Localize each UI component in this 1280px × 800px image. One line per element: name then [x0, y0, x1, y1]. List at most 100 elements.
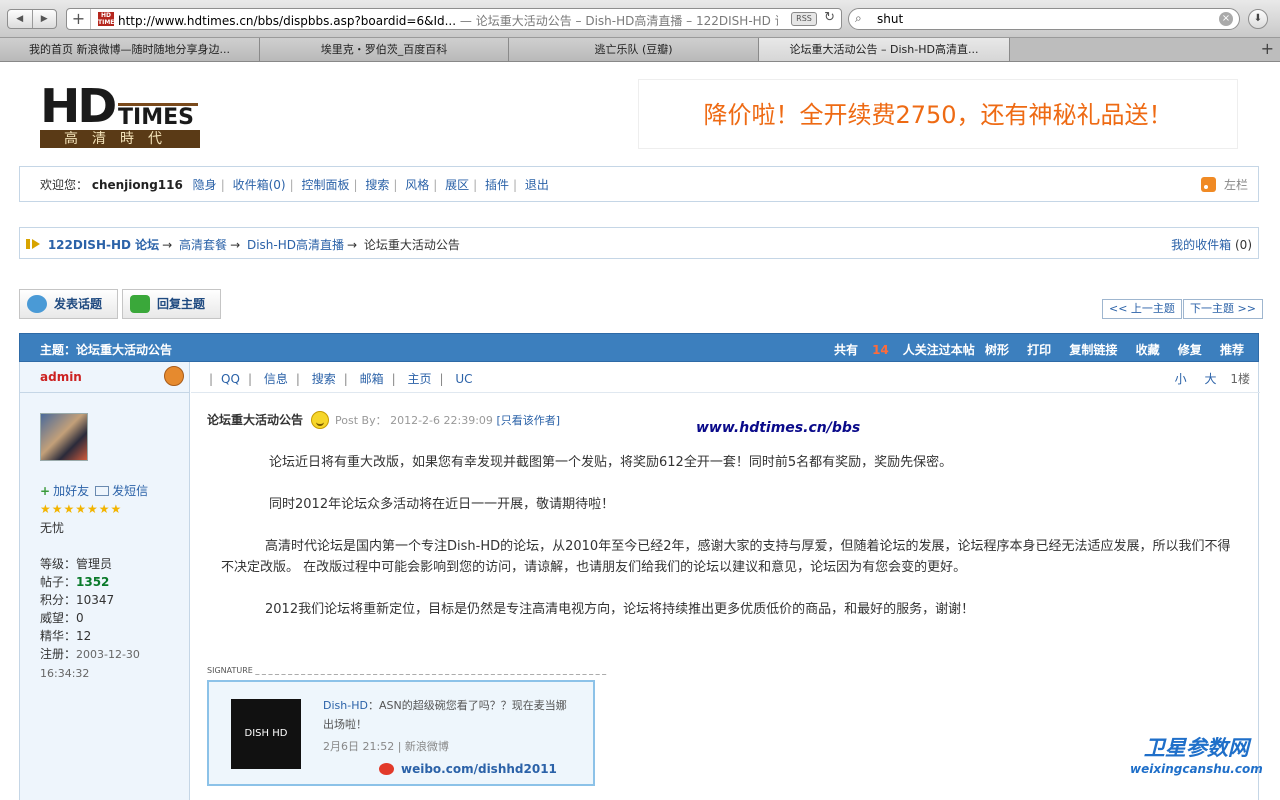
add-bookmark-icon[interactable]: +: [67, 9, 91, 29]
topic-bar: 主题：论坛重大活动公告 共有 14 人关注过本帖 树形 打印 复制链接 收藏 修复 …: [19, 333, 1259, 362]
new-topic-button[interactable]: 发表话题: [19, 289, 118, 319]
contact-message[interactable]: 信息: [264, 372, 288, 386]
reload-icon[interactable]: ↻: [824, 10, 835, 25]
link-plugins[interactable]: 插件: [485, 178, 509, 192]
post-paragraph: 同时2012年论坛众多活动将在近日一一开展，敬请期待啦！: [269, 497, 615, 512]
new-topic-label: 发表话题: [54, 297, 103, 311]
contact-uc[interactable]: UC: [455, 372, 472, 386]
url-value: http://www.hdtimes.cn/bbs/dispbbs.asp?bo…: [118, 14, 457, 28]
author-actions: + 加好友 发短信: [40, 482, 148, 499]
post-content: | QQ | 信息 | 搜索 | 邮箱 | 主页 | UC 小 大 1楼 论坛重大活动公告 P…: [191, 362, 1260, 800]
contact-bar: | QQ | 信息 | 搜索 | 邮箱 | 主页 | UC 小 大 1楼: [191, 362, 1260, 393]
link-logout[interactable]: 退出: [525, 178, 549, 192]
tab-baike[interactable]: 埃里克・罗伯茨_百度百科: [260, 38, 509, 61]
tab-current[interactable]: 论坛重大活动公告 – Dish-HD高清直...: [759, 38, 1010, 61]
add-friend-link[interactable]: 加好友: [53, 484, 89, 498]
author-name[interactable]: admin: [40, 370, 82, 384]
floor-number: 1楼: [1230, 372, 1250, 386]
tool-recommend[interactable]: 推荐: [1220, 343, 1244, 357]
nav-buttons: ◀ ▶: [7, 9, 57, 29]
tool-copy-link[interactable]: 复制链接: [1069, 343, 1117, 357]
forward-icon[interactable]: ▶: [33, 10, 57, 28]
mail-icon: [95, 486, 110, 496]
back-icon[interactable]: ◀: [8, 10, 33, 28]
post-title-row: 论坛重大活动公告 Post By： 2012-2-6 22:39:09 [只看该作…: [207, 411, 560, 429]
left-column-link[interactable]: 左栏: [1224, 178, 1248, 192]
search-bar[interactable]: ⌕ ×: [848, 8, 1240, 30]
link-control-panel[interactable]: 控制面板: [301, 178, 349, 192]
logo-hd: HD: [40, 79, 117, 133]
rss-button[interactable]: RSS: [791, 12, 817, 26]
dish-hd-logo: DISH HD: [231, 699, 301, 769]
reply-label: 回复主题: [157, 297, 206, 311]
link-showcase[interactable]: 展区: [445, 178, 469, 192]
inbox-count: (0): [1235, 238, 1252, 252]
tab-weibo[interactable]: 我的首页 新浪微博—随时随地分享身边...: [0, 38, 260, 61]
site-favicon-icon: HD TIMES: [98, 12, 119, 26]
avatar[interactable]: [40, 413, 88, 461]
contact-search[interactable]: 搜索: [312, 372, 336, 386]
browser-toolbar: ◀ ▶ + HD TIMES http://www.hdtimes.cn/bbs/…: [0, 0, 1280, 38]
stat-elite-value: 12: [76, 629, 92, 643]
weibo-url-text: weibo.com/dishhd2011: [401, 762, 557, 776]
link-invisible[interactable]: 隐身: [193, 178, 217, 192]
corner-cn: 卫星参数网: [1143, 736, 1249, 760]
promo-banner[interactable]: 降价啦！全开续费2750，还有神秘礼品送！: [638, 79, 1238, 149]
search-icon: ⌕: [855, 11, 862, 25]
stat-level-key: 等级：: [40, 557, 77, 571]
smiley-icon: [311, 411, 330, 429]
weibo-name[interactable]: Dish-HD: [323, 699, 368, 712]
crumb-board[interactable]: Dish-HD高清直播: [247, 238, 344, 252]
font-small-link[interactable]: 小: [1175, 372, 1187, 386]
link-style[interactable]: 风格: [405, 178, 429, 192]
weibo-time: 2月6日 21:52 | 新浪微博: [323, 740, 449, 753]
author-panel: admin + 加好友 发短信 ★★★★★★★ 无忧 等级：管理员 帖子：1352 …: [20, 362, 190, 800]
tool-print[interactable]: 打印: [1027, 343, 1051, 357]
tool-tree[interactable]: 树形: [985, 343, 1009, 357]
tool-favorite[interactable]: 收藏: [1136, 343, 1160, 357]
plus-icon: +: [40, 484, 51, 498]
reply-button[interactable]: 回复主题: [122, 289, 221, 319]
next-topic-button[interactable]: 下一主题 >>: [1183, 299, 1263, 319]
crumb-forum[interactable]: 122DISH-HD 论坛: [48, 238, 159, 252]
contact-email[interactable]: 邮箱: [360, 372, 384, 386]
prev-topic-button[interactable]: << 上一主题: [1102, 299, 1182, 319]
new-tab-icon[interactable]: +: [1261, 38, 1274, 60]
welcome-label: 欢迎您：: [40, 178, 89, 192]
post-body: 论坛近日将有重大改版，如果您有幸发现并截图第一个发贴，将奖励612全开一套！同时…: [221, 452, 1231, 641]
user-face-icon: [164, 366, 184, 386]
stat-prestige-key: 威望：: [40, 611, 77, 625]
stat-points-key: 积分：: [40, 593, 77, 607]
stat-posts-value: 1352: [76, 575, 110, 589]
author-stats: 等级：管理员 帖子：1352 积分：10347 威望：0 精华：12 注册：20…: [40, 555, 189, 683]
tool-repair[interactable]: 修复: [1178, 343, 1202, 357]
breadcrumb-arrow-icon: [26, 239, 40, 249]
follow-info: 共有 14 人关注过本帖: [834, 343, 975, 357]
clear-search-icon[interactable]: ×: [1219, 12, 1233, 26]
breadcrumb: 122DISH-HD 论坛 → 高清套餐 → Dish-HD高清直播 → 论坛重大活动…: [19, 227, 1259, 259]
stat-points-value: 10347: [76, 593, 115, 607]
downloads-icon[interactable]: ⬇: [1248, 9, 1268, 29]
contact-homepage[interactable]: 主页: [407, 372, 431, 386]
link-search[interactable]: 搜索: [365, 178, 389, 192]
link-inbox[interactable]: 收件箱(0): [233, 178, 286, 192]
username: chenjiong116: [91, 178, 183, 192]
post-paragraph: 高清时代论坛是国内第一个专注Dish-HD的论坛，从2010年至今已经2年，感谢…: [221, 539, 1231, 575]
url-text[interactable]: http://www.hdtimes.cn/bbs/dispbbs.asp?bo…: [118, 12, 778, 29]
search-input[interactable]: [877, 11, 1207, 27]
my-inbox-link[interactable]: 我的收件箱: [1171, 238, 1231, 252]
post-by-label: Post By：: [335, 414, 387, 427]
only-author-link[interactable]: [只看该作者]: [496, 414, 560, 427]
site-logo[interactable]: HD TIMES 高清時代: [40, 82, 202, 148]
send-message-link[interactable]: 发短信: [112, 484, 148, 498]
contact-qq[interactable]: QQ: [221, 372, 240, 386]
weibo-url[interactable]: weibo.com/dishhd2011: [379, 762, 557, 776]
tab-douban[interactable]: 逃亡乐队 (豆瓣): [509, 38, 759, 61]
logo-times: TIMES: [118, 105, 194, 130]
crumb-package[interactable]: 高清套餐: [179, 238, 227, 252]
rss-icon[interactable]: [1200, 177, 1216, 192]
post-paragraph: 2012我们论坛将重新定位，目标是仍然是专注高清电视方向，论坛将持续推出更多优质…: [265, 602, 975, 617]
weibo-card[interactable]: DISH HD Dish-HD：ASN的超级碗您看了吗？？现在麦当娜出场啦！ 2…: [207, 680, 595, 786]
address-bar[interactable]: + HD TIMES http://www.hdtimes.cn/bbs/disp…: [66, 8, 842, 30]
font-big-link[interactable]: 大: [1205, 372, 1217, 386]
